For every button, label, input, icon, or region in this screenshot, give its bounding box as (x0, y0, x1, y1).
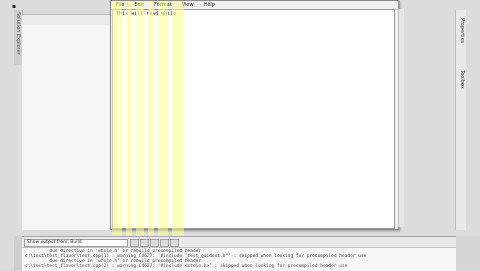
output-clear-icon[interactable] (160, 239, 169, 247)
output-line: c:\test\test_flavor\test.cpp(2) : warnin… (25, 264, 348, 269)
ide-right-pane (398, 10, 455, 230)
output-panel[interactable]: Show output from: Build due directive in… (22, 236, 456, 271)
right-dock-label[interactable]: Properties (457, 18, 465, 68)
menu-edit[interactable]: Edit (129, 1, 149, 9)
output-next-icon[interactable] (150, 239, 159, 247)
right-dock-label-2[interactable]: Toolbox (457, 70, 465, 100)
output-prev-icon[interactable] (140, 239, 149, 247)
right-bottom-area (456, 236, 480, 270)
editor-scrollbar[interactable] (398, 9, 404, 227)
ide-left-pane (22, 25, 112, 230)
editor-text-line: This will read while (116, 11, 177, 17)
menu-view[interactable]: View (177, 1, 199, 9)
notepad-window[interactable]: File Edit Format View Help This will read wh… (110, 0, 404, 230)
output-goto-icon[interactable] (130, 239, 139, 247)
menu-help[interactable]: Help (199, 1, 220, 9)
menu-file[interactable]: File (111, 1, 129, 9)
output-source-select[interactable]: Show output from: Build (24, 239, 128, 247)
output-wrap-icon[interactable] (170, 239, 179, 247)
menu-format[interactable]: Format (149, 1, 177, 9)
notepad-editor[interactable]: This will read while (112, 9, 395, 229)
left-dock-label: Solution Explorer (15, 12, 21, 55)
output-toolbar: Show output from: Build (22, 237, 456, 248)
